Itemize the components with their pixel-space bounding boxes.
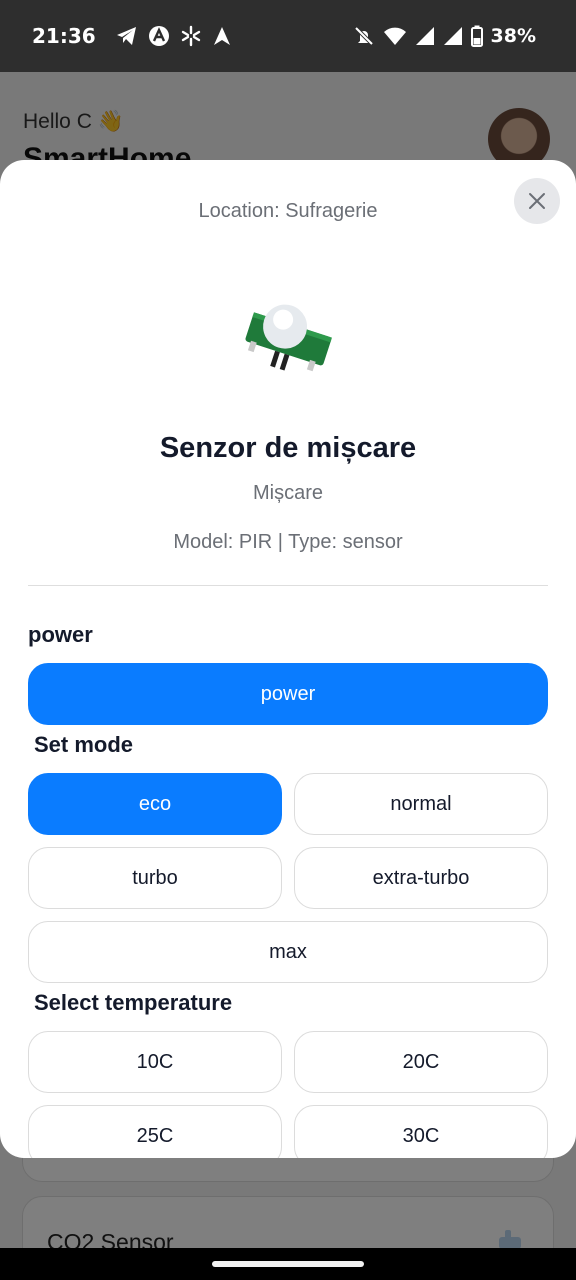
- navigation-icon: [213, 27, 230, 45]
- home-gesture-handle[interactable]: [212, 1261, 364, 1267]
- mode-option-max[interactable]: max: [28, 921, 548, 983]
- battery-percent: 38%: [490, 25, 536, 47]
- status-bar: 21:36 38%: [0, 0, 576, 72]
- mode-option-turbo[interactable]: turbo: [28, 847, 282, 909]
- power-button[interactable]: power: [28, 663, 548, 725]
- mode-option-normal[interactable]: normal: [294, 773, 548, 835]
- system-icons: 38%: [353, 25, 536, 47]
- mode-option-eco[interactable]: eco: [28, 773, 282, 835]
- temperature-section-label: Select temperature: [34, 990, 233, 1015]
- notification-icons: [116, 25, 232, 47]
- temperature-option-20c[interactable]: 20C: [294, 1031, 548, 1093]
- device-location: Location: Sufragerie: [198, 200, 378, 222]
- mode-option-extra-turbo[interactable]: extra-turbo: [294, 847, 548, 909]
- navigation-bar: [0, 1248, 576, 1280]
- app-a-icon: [148, 26, 169, 46]
- mute-icon: [354, 26, 373, 46]
- device-model-type: Model: PIR | Type: sensor: [173, 531, 403, 553]
- device-name: Senzor de mișcare: [159, 432, 417, 464]
- device-details-sheet: Location: Sufragerie Senzor de mișcare M…: [0, 160, 576, 1158]
- temperature-option-25c[interactable]: 25C: [28, 1105, 282, 1158]
- status-time: 21:36: [32, 24, 96, 48]
- signal-icon-2: [443, 27, 462, 45]
- divider: [28, 585, 548, 586]
- telegram-icon: [116, 27, 136, 45]
- signal-icon: [415, 27, 434, 45]
- temperature-option-10c[interactable]: 10C: [28, 1031, 282, 1093]
- battery-icon: [470, 25, 483, 47]
- pinwheel-icon: [181, 25, 200, 47]
- device-category: Mișcare: [252, 482, 323, 504]
- mode-section-label: Set mode: [34, 732, 134, 757]
- temperature-option-30c[interactable]: 30C: [294, 1105, 548, 1158]
- power-section-label: power: [28, 622, 93, 647]
- wifi-icon: [383, 27, 406, 45]
- pir-sensor-image: [245, 304, 332, 372]
